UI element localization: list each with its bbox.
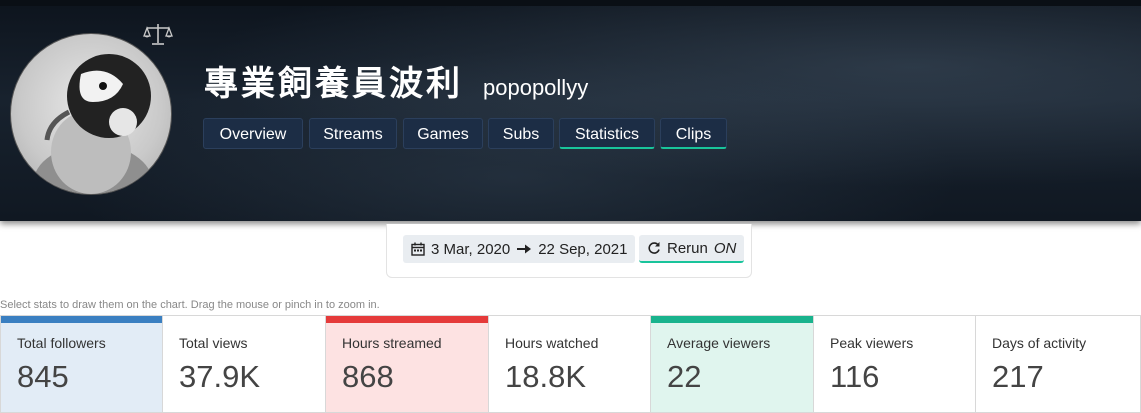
stat-total-followers[interactable]: Total followers 845 [0,315,163,413]
rerun-toggle[interactable]: Rerun ON [639,235,745,263]
stat-color-bar [1,316,162,323]
stat-label: Hours watched [505,335,599,351]
channel-login: popopollyy [483,75,589,100]
date-filter-panel: 3 Mar, 2020 22 Sep, 2021 Rerun ON [386,224,752,278]
date-start: 3 Mar, 2020 [431,240,511,258]
stat-value: 37.9K [179,359,261,394]
channel-header: 專業飼養員波利 popopollyy Overview Streams Game… [0,0,1141,221]
stat-label: Days of activity [992,335,1087,351]
tab-overview[interactable]: Overview [203,118,303,149]
tab-clips[interactable]: Clips [660,118,727,149]
stat-value: 116 [830,359,880,394]
stat-color-bar [326,316,488,323]
stat-value: 217 [992,359,1044,394]
stat-value: 22 [667,359,702,394]
rerun-label: Rerun [667,239,708,257]
stats-row: Total followers 845 Total views 37.9K Ho… [0,315,1141,413]
date-range-picker[interactable]: 3 Mar, 2020 22 Sep, 2021 [403,235,636,263]
stat-hours-watched[interactable]: Hours watched 18.8K [489,315,651,413]
channel-display-name: 專業飼養員波利 [204,65,463,103]
stat-value: 845 [17,359,69,394]
stat-label: Hours streamed [342,335,442,351]
stat-value: 18.8K [505,359,587,394]
calendar-icon [411,242,425,256]
stat-days-of-activity[interactable]: Days of activity 217 [976,315,1141,413]
stat-hours-streamed[interactable]: Hours streamed 868 [326,315,489,413]
stat-total-views[interactable]: Total views 37.9K [163,315,326,413]
rotate-icon [648,242,660,254]
stat-color-bar [651,316,813,323]
arrow-right-icon [517,244,532,254]
stat-value: 868 [342,359,394,394]
stat-label: Average viewers [667,335,771,351]
balance-scale-icon[interactable] [143,22,173,46]
stat-label: Total views [179,335,248,351]
chart-hint: Select stats to draw them on the chart. … [0,299,380,311]
tab-streams[interactable]: Streams [309,118,397,149]
tab-statistics[interactable]: Statistics [559,118,655,149]
stat-peak-viewers[interactable]: Peak viewers 116 [814,315,976,413]
stat-label: Total followers [17,335,106,351]
stat-average-viewers[interactable]: Average viewers 22 [651,315,814,413]
rerun-state: ON [713,239,737,257]
date-end: 22 Sep, 2021 [538,240,628,258]
penguin-avatar [10,33,172,195]
header-top-strip [0,0,1141,6]
tab-games[interactable]: Games [403,118,483,149]
stat-label: Peak viewers [830,335,914,351]
tab-subs[interactable]: Subs [488,118,554,149]
